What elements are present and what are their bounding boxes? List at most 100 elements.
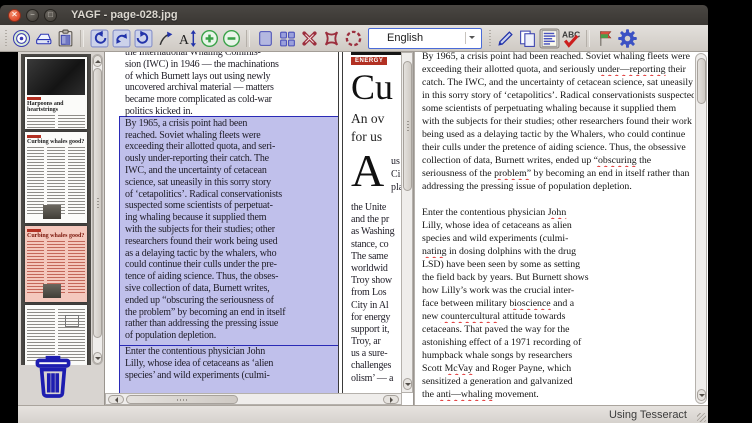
ocr-page-icon xyxy=(539,28,560,49)
misspelled-word: nating xyxy=(422,246,447,257)
trash-dropzone[interactable] xyxy=(30,354,76,403)
ocr-text-line[interactable]: sensitized a generation and galvanized xyxy=(422,375,694,388)
ocr-text-line[interactable]: Enter the contentious physician John xyxy=(422,206,694,219)
toolbar: A English ABC xyxy=(0,25,708,52)
ocr-text-segment: sensitized a generation and galvanized xyxy=(422,376,573,387)
headline-fragment: Cu xyxy=(351,66,393,108)
ocr-text[interactable]: By 1965, a crisis point had been reached… xyxy=(422,52,694,401)
ocr-text-line[interactable]: new countercultural attitude towards xyxy=(422,310,694,323)
ocr-text-line[interactable]: some scientists of perpetuating whaling … xyxy=(422,102,694,115)
text-vscrollbar[interactable] xyxy=(695,53,707,404)
ocr-text-line[interactable]: how Lilly’s work was the crucial inter- xyxy=(422,284,694,297)
edit-text-button[interactable] xyxy=(494,27,516,49)
scanned-text-line: exceeding their allotted quota, and seri… xyxy=(125,141,337,153)
ornament-x-icon xyxy=(322,29,341,48)
ornament-ring-icon xyxy=(344,29,363,48)
multiple-blocks-button[interactable] xyxy=(276,27,298,49)
ocr-text-line[interactable]: species and wild experiments (culmi- xyxy=(422,232,694,245)
copy-text-button[interactable] xyxy=(516,27,538,49)
scan-button[interactable] xyxy=(32,27,54,49)
disc-icon xyxy=(12,29,31,48)
ocr-text-line[interactable]: being used as a delaying tactic by the W… xyxy=(422,128,694,141)
ocr-text-segment: addressing the pressing issue of populat… xyxy=(422,181,632,192)
zoom-out-button[interactable] xyxy=(220,27,242,49)
select-text-area-button[interactable]: A xyxy=(176,27,198,49)
paste-image-button[interactable] xyxy=(54,27,76,49)
ocr-text-line[interactable]: the anti—whaling movement. xyxy=(422,388,694,401)
minimize-button[interactable]: − xyxy=(26,9,39,22)
misspelled-word: McVay xyxy=(445,363,473,374)
rotate-left-button[interactable] xyxy=(88,27,110,49)
misspelled-word: John xyxy=(548,207,567,218)
chevron-down-icon[interactable] xyxy=(465,32,478,44)
ocr-text-line[interactable]: By 1965, a crisis point had been reached… xyxy=(422,52,694,63)
page-thumbnail-3-selected[interactable]: Curbing whales good? xyxy=(25,226,87,302)
ocr-text-segment: being used as a delaying tactic by the W… xyxy=(422,129,685,140)
ocr-text-line[interactable]: nating in dosing dolphins with the drug xyxy=(422,245,694,258)
status-text: Using Tesseract xyxy=(609,409,687,421)
misspelled-word: “obscuring xyxy=(594,155,637,166)
open-image-button[interactable] xyxy=(10,27,32,49)
language-flag-button[interactable] xyxy=(594,27,616,49)
ocr-text-line[interactable]: Scott McVay and Roger Payne, which xyxy=(422,362,694,375)
ocr-text-line[interactable]: face between military bioscience and a xyxy=(422,297,694,310)
ocr-text-line[interactable]: cetaceans. That paved the way for the xyxy=(422,323,694,336)
single-block-button[interactable] xyxy=(254,27,276,49)
section-tag: ENERGY xyxy=(351,57,387,65)
rotate-right-button[interactable] xyxy=(132,27,154,49)
ocr-text-line[interactable]: collection of data, Burnett writes, ende… xyxy=(422,154,694,167)
close-button[interactable]: ✕ xyxy=(8,9,21,22)
scanned-text-line: could continue their culls under the pre… xyxy=(125,259,337,271)
toolbar-separator xyxy=(586,30,590,47)
thumbnail-photo xyxy=(27,59,85,95)
ocr-text-line[interactable]: catch. The IWC, and the uncertainty of c… xyxy=(422,76,694,89)
ocr-text-line[interactable]: astonishing effect of a 1971 recording o… xyxy=(422,336,694,349)
misspelled-word: problem” xyxy=(494,168,531,179)
ocr-text-segment: their xyxy=(666,64,686,75)
scanned-text-line: suspected some scientists of perpetuat- xyxy=(125,200,337,212)
ocr-text-line[interactable]: addressing the pressing issue of populat… xyxy=(422,180,694,193)
ocr-text-line[interactable]: LSD) have been seen by some as setting xyxy=(422,258,694,271)
ocr-text-line[interactable]: humpback whale songs by researchers xyxy=(422,349,694,362)
select-area-button[interactable] xyxy=(342,27,364,49)
gear-icon xyxy=(618,29,637,48)
deskew-button[interactable] xyxy=(154,27,176,49)
ocr-text-line[interactable]: exceeding their allotted quota, and seri… xyxy=(422,63,694,76)
toolbar-handle[interactable] xyxy=(488,30,492,47)
ocr-text-line[interactable]: the field back by years. But Burnett sho… xyxy=(422,271,694,284)
left-gap xyxy=(0,52,18,405)
ocr-text-segment: movement. xyxy=(492,389,538,400)
zoom-in-button[interactable] xyxy=(198,27,220,49)
titlebar[interactable]: ✕ − □ YAGF - page-028.jpg xyxy=(0,5,708,25)
scanned-text-line: the Unite xyxy=(351,202,394,214)
ocr-text-line[interactable]: in this sorry story of ‘cetapolitics’. R… xyxy=(422,89,694,102)
ocr-text-segment: collection of data, Burnett writes, ende… xyxy=(422,155,594,166)
page-thumbnail-1[interactable]: Harpoons and heartstrings xyxy=(25,57,87,129)
svg-text:A: A xyxy=(179,31,189,46)
delete-areas-button[interactable] xyxy=(320,27,342,49)
ocr-text-segment: their culls under the pretence of aiding… xyxy=(422,142,686,153)
language-select[interactable]: English xyxy=(368,28,482,49)
ocr-text-line[interactable]: Lilly, whose idea of cetaceans as alien xyxy=(422,219,694,232)
ocr-text-segment: species and wild experiments (culmi- xyxy=(422,233,568,244)
toolbar-handle[interactable] xyxy=(4,30,8,47)
spell-check-button[interactable]: ABC xyxy=(560,27,582,49)
ocr-text-line[interactable]: seriousness of the problem” by becoming … xyxy=(422,167,694,180)
maximize-button[interactable]: □ xyxy=(44,9,57,22)
resize-grip[interactable] xyxy=(697,413,706,422)
page-thumbnail-2[interactable]: Curbing whales good? xyxy=(25,132,87,223)
ocr-text-segment: in dosing dolphins with the drug xyxy=(447,246,577,257)
detect-areas-button[interactable] xyxy=(298,27,320,49)
ocr-text-segment: and Roger Payne, which xyxy=(473,363,571,374)
image-vscrollbar[interactable] xyxy=(401,52,413,393)
image-hscrollbar[interactable] xyxy=(105,393,402,405)
ocr-text-line[interactable]: their culls under the pretence of aiding… xyxy=(422,141,694,154)
settings-button[interactable] xyxy=(616,27,638,49)
ocr-text-editor[interactable]: By 1965, a crisis point had been reached… xyxy=(414,52,708,405)
thumbnail-list[interactable]: Harpoons and heartstringsCurbing whales … xyxy=(21,54,91,365)
scanned-image-view[interactable]: the International Whaling Commis-sion (I… xyxy=(105,52,414,405)
ocr-text-line[interactable]: with the subjects for their studies; oth… xyxy=(422,115,694,128)
sidebar-scrollbar[interactable] xyxy=(92,54,103,365)
rotate-180-button[interactable] xyxy=(110,27,132,49)
recognize-button[interactable] xyxy=(538,27,560,49)
